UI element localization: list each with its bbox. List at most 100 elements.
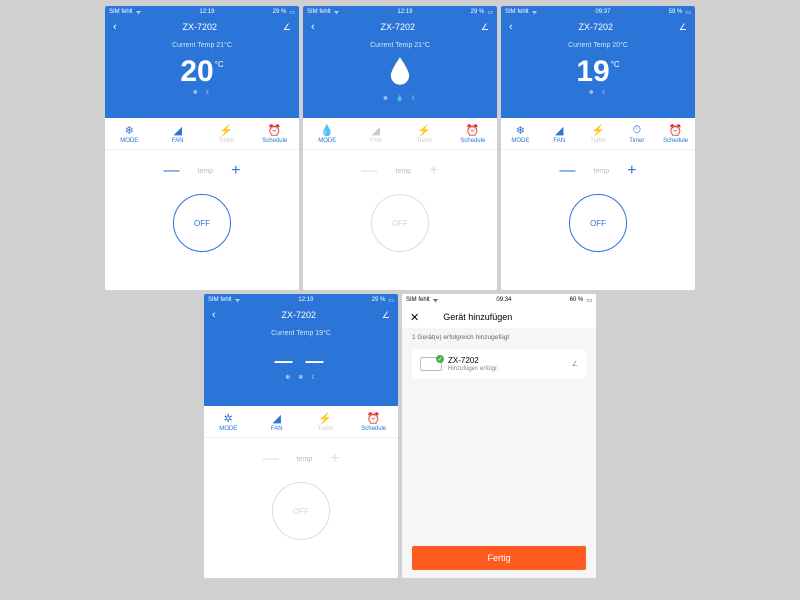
mode-button[interactable]: ❄MODE [105, 118, 154, 149]
device-title: ZX-7202 [183, 22, 218, 32]
mode-button[interactable]: ❄MODE [501, 118, 540, 149]
schedule-button[interactable]: ⏰Schedule [350, 406, 399, 437]
device-status-text: Hinzufügen erfolgr. [448, 366, 566, 372]
timer-button[interactable]: ⏱Timer [617, 118, 656, 149]
mode-indicator-icons: ❄ ☾ [501, 89, 695, 96]
battery-icon: ▭ [289, 9, 295, 16]
back-icon[interactable]: ‹ [113, 21, 117, 33]
phone-screen-cooling-alt: SIM fehltᯤ 09:37 59 %▭ ‹ ZX-7202 ∠ Curre… [501, 6, 695, 290]
mode-indicator-icons: ❄ ✲ ☾ [204, 374, 398, 381]
mode-button[interactable]: ✲MODE [204, 406, 253, 437]
control-bar: ❄MODE ◢FAN ⚡Turbo ⏰Schedule [105, 118, 299, 150]
battery-pct: 29 % [372, 297, 386, 303]
schedule-button[interactable]: ⏰Schedule [656, 118, 695, 149]
mode-button[interactable]: 💧MODE [303, 118, 352, 149]
ac-device-icon: ✓ [420, 357, 442, 371]
back-icon[interactable]: ‹ [509, 21, 513, 33]
temp-adjust: — temp + [303, 150, 497, 188]
fan-button[interactable]: ◢FAN [352, 118, 401, 149]
moon-icon: ☾ [311, 374, 316, 381]
snowflake-icon: ❄ [589, 89, 594, 96]
status-bar: SIM fehltᯤ 12:19 29 %▭ [105, 6, 299, 18]
battery-icon: ▭ [586, 297, 592, 304]
battery-pct: 29 % [273, 9, 287, 15]
temp-plus-button[interactable]: + [627, 162, 636, 180]
status-bar: SIM fehltᯤ 12:19 29 %▭ [204, 294, 398, 306]
temp-minus-button: — [263, 450, 279, 468]
back-icon[interactable]: ‹ [212, 309, 216, 321]
snowflake-icon: ❄ [125, 123, 134, 137]
turbo-button[interactable]: ⚡Turbo [202, 118, 251, 149]
fan-icon: ✲ [224, 411, 233, 425]
edit-icon[interactable]: ∠ [283, 22, 291, 33]
temp-plus-button[interactable]: + [231, 162, 240, 180]
wifi-icon: ᯤ [334, 8, 339, 16]
battery-pct: 60 % [570, 297, 584, 303]
battery-icon: ▭ [685, 9, 691, 16]
edit-icon[interactable]: ∠ [679, 22, 687, 33]
temp-minus-button[interactable]: — [560, 162, 576, 180]
turbo-button[interactable]: ⚡Turbo [301, 406, 350, 437]
edit-device-icon[interactable]: ∠ [572, 360, 578, 368]
phone-screen-fan: SIM fehltᯤ 12:19 29 %▭ ‹ ZX-7202 ∠ Curre… [204, 294, 398, 578]
fan-button[interactable]: ◢FAN [253, 406, 302, 437]
done-button[interactable]: Fertig [412, 546, 586, 570]
battery-pct: 29 % [471, 9, 485, 15]
current-temp-label: Current Temp 21°C [303, 42, 497, 49]
device-header: ‹ ZX-7202 ∠ Current Temp 21°C ❄ 💧 ☾ [303, 18, 497, 118]
moon-icon: ☾ [206, 89, 211, 96]
sim-status: SIM fehlt [208, 297, 232, 303]
moon-icon: ☾ [412, 95, 417, 102]
drop-icon: 💧 [396, 95, 403, 102]
wifi-icon: ᯤ [235, 296, 240, 304]
current-temp-label: Current Temp 20°C [501, 42, 695, 49]
turbo-icon: ⚡ [591, 123, 605, 137]
status-time: 12:19 [397, 9, 412, 15]
power-button[interactable]: OFF [569, 194, 627, 252]
edit-icon[interactable]: ∠ [481, 22, 489, 33]
fan-button[interactable]: ◢FAN [540, 118, 579, 149]
alarm-icon: ⏰ [669, 123, 683, 137]
power-button[interactable]: OFF [173, 194, 231, 252]
bars-icon: ◢ [372, 123, 380, 137]
temp-minus-button[interactable]: — [164, 162, 180, 180]
device-header: ‹ ZX-7202 ∠ Current Temp 21°C 20 °C ❄ ☾ [105, 18, 299, 118]
set-temp-display: 20 °C [105, 57, 299, 87]
temp-adjust: — temp + [204, 438, 398, 476]
phone-screen-dehumidify: SIM fehltᯤ 12:19 29 %▭ ‹ ZX-7202 ∠ Curre… [303, 6, 497, 290]
battery-pct: 59 % [669, 9, 683, 15]
fan-icon: ✲ [298, 374, 303, 381]
wifi-icon: ᯤ [532, 8, 537, 16]
schedule-button[interactable]: ⏰Schedule [251, 118, 300, 149]
status-time: 12:19 [199, 9, 214, 15]
back-icon[interactable]: ‹ [311, 21, 315, 33]
snowflake-icon: ❄ [285, 374, 290, 381]
add-device-header: ✕ Gerät hinzufügen [402, 306, 596, 328]
schedule-button[interactable]: ⏰Schedule [449, 118, 498, 149]
edit-icon[interactable]: ∠ [382, 310, 390, 321]
battery-icon: ▭ [487, 9, 493, 16]
temp-label: temp [198, 168, 214, 175]
control-bar: 💧MODE ◢FAN ⚡Turbo ⏰Schedule [303, 118, 497, 150]
bars-icon: ◢ [273, 411, 281, 425]
turbo-icon: ⚡ [417, 123, 431, 137]
status-time: 09:37 [595, 9, 610, 15]
device-title: ZX-7202 [381, 22, 416, 32]
droplet-icon [389, 57, 411, 85]
wifi-icon: ᯤ [433, 296, 438, 304]
power-button[interactable]: OFF [371, 194, 429, 252]
status-bar: SIM fehltᯤ 09:34 60 %▭ [402, 294, 596, 306]
turbo-button[interactable]: ⚡Turbo [400, 118, 449, 149]
snowflake-icon: ❄ [383, 95, 388, 102]
page-title: Gerät hinzufügen [443, 312, 512, 322]
phone-screen-add-device: SIM fehltᯤ 09:34 60 %▭ ✕ Gerät hinzufüge… [402, 294, 596, 578]
no-temp-display: — — [204, 351, 398, 372]
bars-icon: ◢ [555, 123, 563, 137]
power-button[interactable]: OFF [272, 482, 330, 540]
temp-label: temp [396, 168, 412, 175]
bars-icon: ◢ [174, 123, 182, 137]
close-icon[interactable]: ✕ [410, 311, 419, 324]
set-temp-display: 19 °C [501, 57, 695, 87]
turbo-button[interactable]: ⚡Turbo [579, 118, 618, 149]
fan-button[interactable]: ◢FAN [154, 118, 203, 149]
